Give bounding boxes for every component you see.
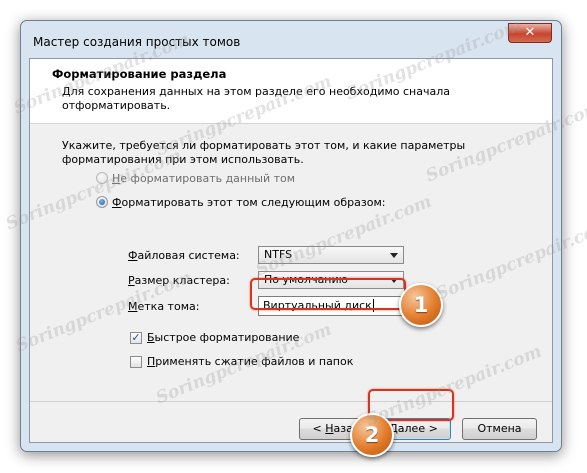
cluster-size-value: По умолчанию — [264, 273, 348, 286]
close-icon: ✕ — [524, 25, 536, 40]
quick-format-label: Быстрое форматирование — [147, 331, 300, 344]
volume-label-label: Метка тома: — [128, 300, 200, 313]
chevron-down-icon — [390, 278, 398, 283]
file-system-label: Файловая система: — [128, 249, 240, 262]
cluster-size-select[interactable]: По умолчанию — [258, 271, 404, 289]
chevron-down-icon — [390, 253, 398, 258]
instruction-text: Укажите, требуется ли форматировать этот… — [62, 139, 466, 166]
wizard-header: Форматирование раздела Для сохранения да… — [30, 59, 552, 124]
radio-no-format[interactable]: Не форматировать данный том — [96, 170, 295, 186]
footer-divider — [30, 401, 552, 402]
radio-no-format-label: Не форматировать данный том — [112, 171, 296, 185]
quick-format-checkbox[interactable]: ✓ Быстрое форматирование — [130, 331, 299, 344]
page-description: Для сохранения данных на этом разделе ег… — [62, 85, 450, 112]
file-system-value: NTFS — [264, 248, 293, 261]
callout-badge-1: 1 — [399, 283, 443, 327]
radio-button[interactable] — [96, 172, 108, 184]
callout-badge-2: 2 — [350, 413, 394, 457]
file-system-select[interactable]: NTFS — [258, 246, 404, 264]
checkbox[interactable]: ✓ — [130, 331, 142, 344]
radio-format-label: Форматировать этот том следующим образом… — [112, 195, 386, 209]
volume-label-input[interactable]: Виртуальный диск — [258, 296, 404, 316]
compression-label: Применять сжатие файлов и папок — [147, 355, 354, 368]
close-button[interactable]: ✕ — [508, 23, 552, 43]
volume-label-value: Виртуальный диск — [263, 299, 372, 312]
radio-button[interactable] — [96, 196, 108, 208]
wizard-client-area: Форматирование раздела Для сохранения да… — [29, 58, 553, 443]
cluster-size-label: Размер кластера: — [128, 274, 230, 287]
checkbox[interactable] — [130, 355, 142, 368]
radio-format[interactable]: Форматировать этот том следующим образом… — [96, 194, 385, 210]
wizard-window: Мастер создания простых томов ✕ Форматир… — [20, 20, 562, 452]
compression-checkbox[interactable]: Применять сжатие файлов и папок — [130, 355, 353, 368]
window-title: Мастер создания простых томов — [33, 35, 241, 49]
cancel-button[interactable]: Отмена — [462, 418, 537, 440]
page-title: Форматирование раздела — [52, 67, 227, 81]
